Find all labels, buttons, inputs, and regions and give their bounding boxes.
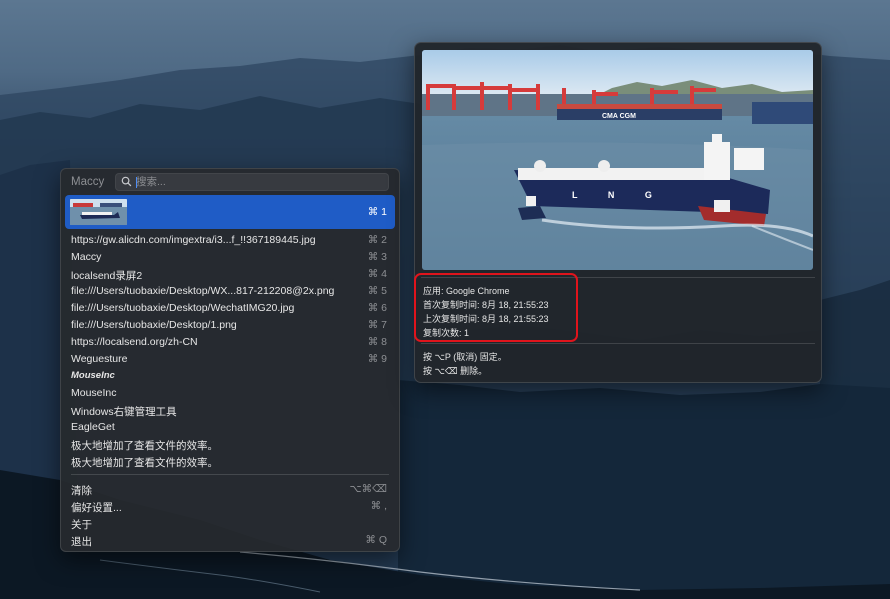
search-box[interactable] xyxy=(115,173,389,191)
shortcut-label: ⌘ , xyxy=(370,500,387,512)
search-input[interactable] xyxy=(136,174,376,190)
item-label: 清除 xyxy=(71,485,92,497)
shortcut-label: ⌘ 5 xyxy=(367,285,387,297)
item-label: MouseInc xyxy=(71,370,115,381)
maccy-menu: Maccy ⌘ 1 https://gw.alicdn.com/ xyxy=(60,168,400,552)
container-ship-text: CMA CGM xyxy=(602,113,636,120)
quit-menu-item[interactable]: 退出 ⌘ Q xyxy=(65,531,395,548)
item-label: file:///Users/tuobaxie/Desktop/WechatIMG… xyxy=(71,302,295,314)
history-item[interactable]: Maccy ⌘ 3 xyxy=(65,248,395,265)
menu-divider xyxy=(71,474,389,475)
history-item-selected[interactable]: ⌘ 1 xyxy=(65,195,395,229)
item-label: 偏好设置... xyxy=(71,502,122,514)
item-label: https://gw.alicdn.com/imgextra/i3...f_!!… xyxy=(71,234,316,246)
item-label: 极大地增加了查看文件的效率。 xyxy=(71,440,218,452)
preview-image: CMA CGM L N G xyxy=(422,50,813,270)
item-label: Weguesture xyxy=(71,353,128,365)
about-menu-item[interactable]: 关于 xyxy=(65,514,395,531)
preferences-menu-item[interactable]: 偏好设置... ⌘ , xyxy=(65,497,395,514)
red-highlight-box xyxy=(414,273,578,342)
shortcut-label: ⌘ Q xyxy=(365,534,387,546)
shortcut-label: ⌘ 8 xyxy=(367,336,387,348)
shortcut-label: ⌘ 1 xyxy=(367,206,387,218)
app-title: Maccy xyxy=(71,176,105,188)
item-label: 极大地增加了查看文件的效率。 xyxy=(71,457,218,469)
history-item[interactable]: file:///Users/tuobaxie/Desktop/WX...817-… xyxy=(65,282,395,299)
shortcut-label: ⌘ 2 xyxy=(367,234,387,246)
delete-hint: 按 ⌥⌫ 删除。 xyxy=(423,366,488,376)
search-icon xyxy=(121,176,132,187)
maccy-header: Maccy xyxy=(61,169,399,195)
item-label: file:///Users/tuobaxie/Desktop/1.png xyxy=(71,319,237,331)
history-item[interactable]: 极大地增加了查看文件的效率。 xyxy=(65,452,395,469)
image-thumbnail xyxy=(70,199,127,225)
ship-hull-text: L N G xyxy=(572,190,666,200)
item-label: Maccy xyxy=(71,251,102,263)
item-label: file:///Users/tuobaxie/Desktop/WX...817-… xyxy=(71,285,335,297)
shortcut-label: ⌘ 4 xyxy=(367,268,387,280)
item-label: EagleGet xyxy=(71,421,115,433)
history-item[interactable]: file:///Users/tuobaxie/Desktop/1.png ⌘ 7 xyxy=(65,316,395,333)
shortcut-label: ⌘ 9 xyxy=(367,353,387,365)
history-item[interactable]: Weguesture ⌘ 9 xyxy=(65,350,395,367)
pin-hint: 按 ⌥P (取消) 固定。 xyxy=(423,352,507,362)
history-item[interactable]: localsend录屏2 ⌘ 4 xyxy=(65,265,395,282)
shortcut-label: ⌘ 6 xyxy=(367,302,387,314)
history-item[interactable]: https://gw.alicdn.com/imgextra/i3...f_!!… xyxy=(65,231,395,248)
item-label: 关于 xyxy=(71,519,92,531)
preview-divider xyxy=(421,343,815,344)
item-label: Windows右键管理工具 xyxy=(71,406,177,418)
text-caret xyxy=(136,177,137,188)
history-item[interactable]: EagleGet xyxy=(65,418,395,435)
preview-popover: CMA CGM L N G 应用: Google Chrome 首次复制时间: … xyxy=(414,42,822,383)
item-label: MouseInc xyxy=(71,387,117,399)
history-item-rich-text[interactable]: MouseInc xyxy=(65,367,395,384)
history-item[interactable]: Windows右键管理工具 xyxy=(65,401,395,418)
clear-menu-item[interactable]: 清除 ⌥⌘⌫ xyxy=(65,480,395,497)
history-item[interactable]: file:///Users/tuobaxie/Desktop/WechatIMG… xyxy=(65,299,395,316)
shortcut-label: ⌥⌘⌫ xyxy=(349,483,387,495)
history-item[interactable]: MouseInc xyxy=(65,384,395,401)
item-label: 退出 xyxy=(71,536,92,548)
history-item[interactable]: 极大地增加了查看文件的效率。 xyxy=(65,435,395,452)
item-label: localsend录屏2 xyxy=(71,270,143,282)
history-item[interactable]: https://localsend.org/zh-CN ⌘ 8 xyxy=(65,333,395,350)
shortcut-label: ⌘ 7 xyxy=(367,319,387,331)
shortcut-label: ⌘ 3 xyxy=(367,251,387,263)
item-label: https://localsend.org/zh-CN xyxy=(71,336,198,348)
